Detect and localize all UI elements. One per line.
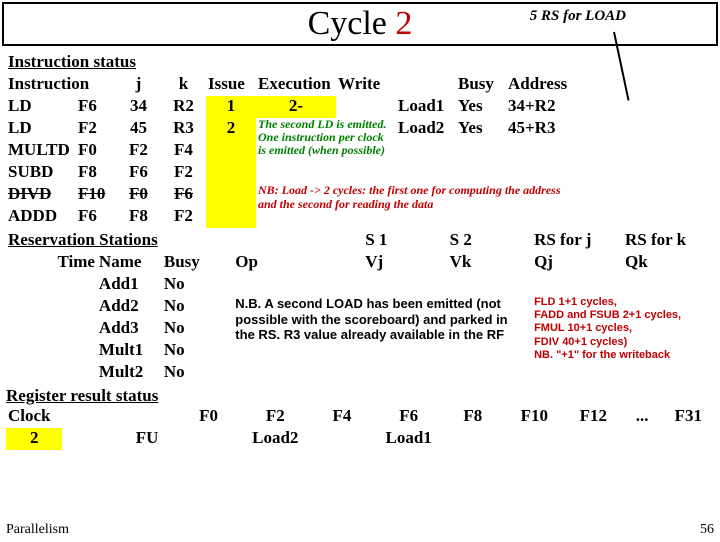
reg-val: Load2: [242, 428, 309, 450]
col-instr: Instruction: [6, 74, 116, 96]
instr-status-heading: Instruction status: [6, 52, 576, 74]
nb-note: N.B. A second LOAD has been emitted (not…: [233, 296, 532, 384]
reg-col: F31: [663, 406, 714, 428]
clock-value: 2: [6, 428, 62, 450]
col-issue: Issue: [206, 74, 256, 96]
reg-val: [442, 428, 504, 450]
col-j: j: [116, 74, 161, 96]
title-bar: Cycle 2 5 RS for LOAD: [2, 2, 718, 46]
green-note: The second LD is emitted. One instructio…: [256, 118, 396, 184]
col-exec: Execution: [256, 74, 336, 96]
instr-row: LDF245R32The second LD is emitted. One i…: [6, 118, 714, 140]
instruction-status-table: Instruction status Instruction j k Issue…: [6, 52, 714, 228]
res-stations-heading: Reservation Stations: [6, 230, 298, 252]
reg-val: [663, 428, 714, 450]
col-op: Op: [233, 252, 298, 274]
col-rsk: RS for k: [623, 230, 714, 252]
col-rsj: RS for j: [532, 230, 623, 252]
reservation-stations-table: Reservation Stations S 1 S 2 RS for j RS…: [6, 230, 714, 384]
footer: Parallelism 56: [6, 522, 714, 538]
col-busy: Busy: [456, 74, 506, 96]
red-note: NB: Load -> 2 cycles: the first one for …: [256, 184, 576, 228]
reg-status-heading: Register result status: [6, 386, 714, 406]
col-vk: Vk: [448, 252, 532, 274]
reg-col: F10: [504, 406, 566, 428]
instr-row: DIVDF10F0F6NB: Load -> 2 cycles: the fir…: [6, 184, 714, 206]
reg-val: [175, 428, 242, 450]
footer-left: Parallelism: [6, 522, 69, 538]
reg-val: Load1: [375, 428, 442, 450]
reg-col: F4: [309, 406, 376, 428]
cycles-note: FLD 1+1 cycles,FADD and FSUB 2+1 cycles,…: [532, 296, 714, 384]
col-vj: Vj: [363, 252, 447, 274]
reg-col: F8: [442, 406, 504, 428]
rs-row: Add2NoN.B. A second LOAD has been emitte…: [6, 296, 714, 318]
col-qj: Qj: [532, 252, 623, 274]
reg-col: F6: [375, 406, 442, 428]
reg-col: F0: [175, 406, 242, 428]
footer-right: 56: [700, 522, 714, 538]
clock-label: Clock: [6, 406, 62, 428]
rs-row: Add1No: [6, 274, 714, 296]
reg-val: [622, 428, 663, 450]
col-s1: S 1: [363, 230, 447, 252]
col-name: Name: [97, 252, 162, 274]
fu-label: FU: [119, 428, 175, 450]
col-k: k: [161, 74, 206, 96]
reg-col: F2: [242, 406, 309, 428]
col-addr: Address: [506, 74, 576, 96]
col-s2: S 2: [448, 230, 532, 252]
reg-val: [565, 428, 621, 450]
page-title: Cycle 2: [308, 5, 413, 43]
col-busy2: Busy: [162, 252, 233, 274]
col-qk: Qk: [623, 252, 714, 274]
instr-row: LDF634R212-Load1Yes34+R2: [6, 96, 714, 118]
slide-content: Instruction status Instruction j k Issue…: [0, 46, 720, 450]
col-write: Write: [336, 74, 396, 96]
reg-col: F12: [565, 406, 621, 428]
reg-col: ...: [622, 406, 663, 428]
col-time: Time: [6, 252, 97, 274]
reg-val: [309, 428, 376, 450]
load-rs-annotation: 5 RS for LOAD: [530, 8, 626, 25]
reg-val: [504, 428, 566, 450]
register-status-table: Clock F0 F2 F4 F6 F8 F10 F12 ... F31 2 F…: [6, 406, 714, 450]
